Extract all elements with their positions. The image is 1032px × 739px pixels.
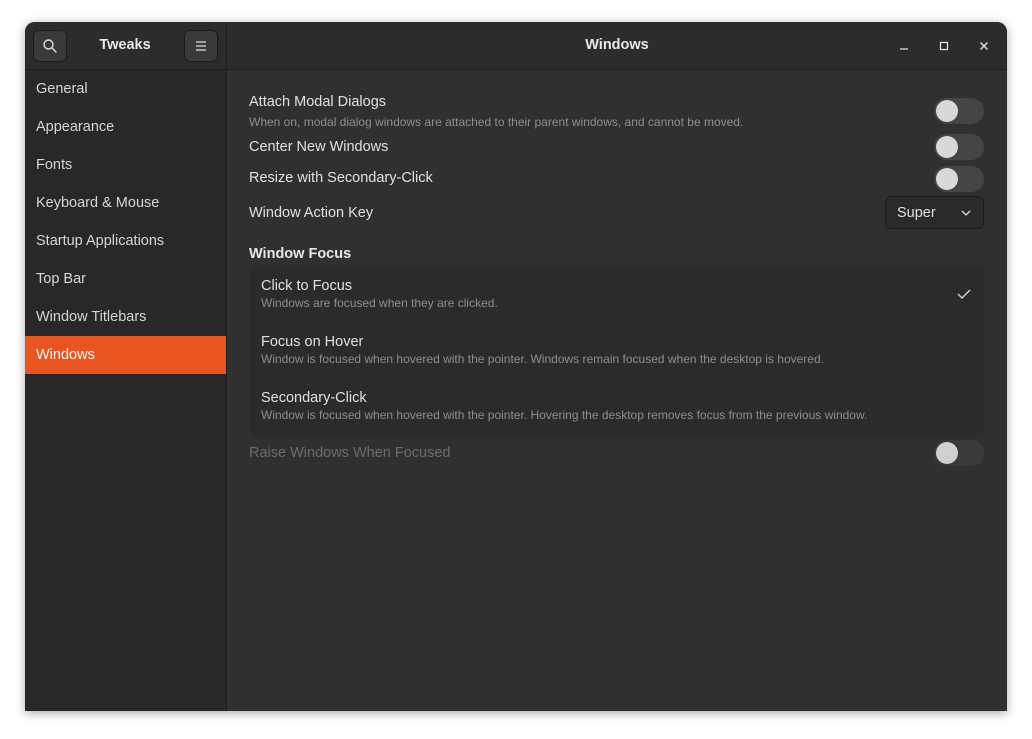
maximize-icon bbox=[939, 41, 949, 51]
attach-modal-label: Attach Modal Dialogs bbox=[249, 94, 387, 110]
window-action-key-label: Window Action Key bbox=[249, 205, 374, 221]
sidebar-item-label: Startup Applications bbox=[36, 233, 165, 249]
tweaks-window: Tweaks General Appearance Fonts Keyboard… bbox=[25, 22, 1007, 711]
hamburger-menu-icon bbox=[196, 41, 206, 51]
sidebar-item-fonts[interactable]: Fonts bbox=[25, 146, 226, 184]
sidebar-item-label: Appearance bbox=[36, 119, 115, 135]
sidebar-item-top-bar[interactable]: Top Bar bbox=[25, 260, 226, 298]
checkmark-icon bbox=[957, 289, 971, 300]
sidebar-item-window-titlebars[interactable]: Window Titlebars bbox=[25, 298, 226, 336]
dropdown-value: Super bbox=[897, 205, 936, 221]
minimize-button[interactable] bbox=[892, 34, 916, 58]
sidebar-item-windows[interactable]: Windows bbox=[25, 336, 226, 374]
sidebar-item-appearance[interactable]: Appearance bbox=[25, 108, 226, 146]
toggle-knob bbox=[936, 136, 958, 158]
window-focus-list: Click to Focus Windows are focused when … bbox=[249, 267, 984, 435]
attach-modal-description: When on, modal dialog windows are attach… bbox=[249, 115, 744, 129]
sidebar-item-startup-applications[interactable]: Startup Applications bbox=[25, 222, 226, 260]
sidebar: Tweaks General Appearance Fonts Keyboard… bbox=[25, 22, 227, 711]
attach-modal-toggle[interactable] bbox=[934, 98, 984, 124]
window-action-key-dropdown[interactable]: Super bbox=[885, 196, 984, 229]
sidebar-header: Tweaks bbox=[25, 22, 226, 70]
toggle-knob bbox=[936, 168, 958, 190]
window-focus-heading: Window Focus bbox=[249, 246, 352, 262]
resize-secondary-click-toggle[interactable] bbox=[934, 166, 984, 192]
sidebar-item-label: Windows bbox=[36, 347, 95, 363]
center-new-windows-label: Center New Windows bbox=[249, 139, 389, 155]
sidebar-item-general[interactable]: General bbox=[25, 70, 226, 108]
maximize-button[interactable] bbox=[932, 34, 956, 58]
sidebar-item-label: Top Bar bbox=[36, 271, 86, 287]
focus-option-description: Window is focused when hovered with the … bbox=[261, 352, 824, 366]
focus-option-click-to-focus[interactable]: Click to Focus Windows are focused when … bbox=[249, 267, 984, 323]
close-button[interactable] bbox=[972, 34, 996, 58]
resize-secondary-click-label: Resize with Secondary-Click bbox=[249, 170, 433, 186]
focus-option-description: Windows are focused when they are clicke… bbox=[261, 296, 498, 310]
search-icon bbox=[43, 39, 57, 53]
focus-option-description: Window is focused when hovered with the … bbox=[261, 408, 868, 422]
focus-option-title: Secondary-Click bbox=[261, 390, 367, 406]
sidebar-item-label: Window Titlebars bbox=[36, 309, 147, 325]
toggle-knob bbox=[936, 442, 958, 464]
minimize-icon bbox=[900, 48, 908, 50]
page-title: Windows bbox=[585, 37, 649, 53]
sidebar-title: Tweaks bbox=[99, 37, 151, 53]
search-button[interactable] bbox=[33, 30, 67, 62]
focus-option-secondary-click[interactable]: Secondary-Click Window is focused when h… bbox=[249, 379, 984, 435]
focus-option-title: Click to Focus bbox=[261, 278, 353, 294]
main-header: Windows bbox=[227, 22, 1007, 70]
sidebar-item-label: General bbox=[36, 81, 88, 97]
sidebar-item-label: Keyboard & Mouse bbox=[36, 195, 160, 211]
close-icon bbox=[980, 42, 988, 50]
focus-option-title: Focus on Hover bbox=[261, 334, 364, 350]
sidebar-nav: General Appearance Fonts Keyboard & Mous… bbox=[25, 70, 226, 374]
main-menu-button[interactable] bbox=[184, 30, 218, 62]
sidebar-item-keyboard-mouse[interactable]: Keyboard & Mouse bbox=[25, 184, 226, 222]
sidebar-item-label: Fonts bbox=[36, 157, 73, 173]
center-new-windows-toggle[interactable] bbox=[934, 134, 984, 160]
chevron-down-icon bbox=[961, 210, 971, 216]
raise-windows-label: Raise Windows When Focused bbox=[249, 445, 451, 461]
toggle-knob bbox=[936, 100, 958, 122]
focus-option-focus-on-hover[interactable]: Focus on Hover Window is focused when ho… bbox=[249, 323, 984, 379]
raise-windows-toggle[interactable] bbox=[934, 440, 984, 466]
settings-content: Attach Modal Dialogs When on, modal dial… bbox=[227, 70, 1007, 711]
